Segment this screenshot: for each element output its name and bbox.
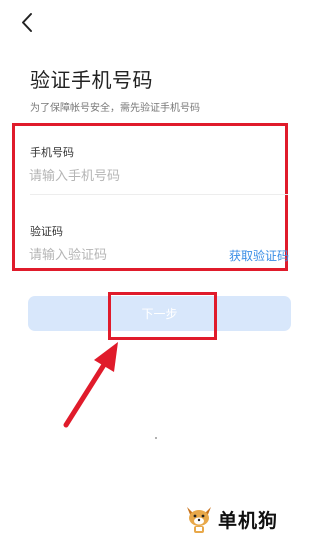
phone-label: 手机号码 [30,146,74,159]
dot-mark [155,437,157,439]
code-label: 验证码 [30,225,63,238]
dog-mascot-icon [187,507,211,533]
phone-input[interactable] [29,166,269,186]
watermark-text: 单机狗 [218,509,279,532]
code-input[interactable] [29,245,219,265]
next-step-button[interactable]: 下一步 [28,296,291,331]
get-code-link[interactable]: 获取验证码 [229,247,289,264]
back-button[interactable] [18,10,40,36]
chevron-left-icon [22,13,32,32]
page-title: 验证手机号码 [30,68,153,92]
phone-divider [30,194,288,195]
page-subtitle: 为了保障帐号安全，需先验证手机号码 [30,103,200,114]
watermark: 单机狗 [184,503,278,535]
